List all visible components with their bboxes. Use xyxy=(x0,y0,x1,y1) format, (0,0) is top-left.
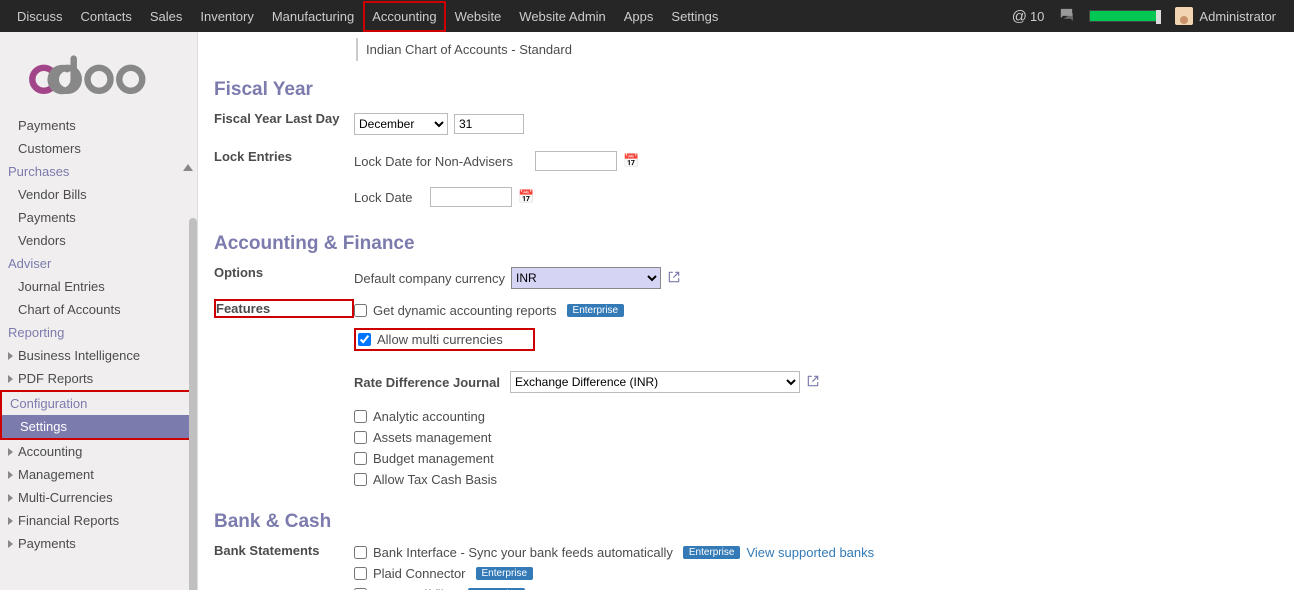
label-analytic-accounting: Analytic accounting xyxy=(373,409,485,424)
external-link-icon[interactable] xyxy=(667,270,681,287)
cb-budget-management[interactable] xyxy=(354,452,367,465)
multi-currency-highlight: Allow multi currencies xyxy=(354,328,535,351)
cb-plaid[interactable] xyxy=(354,567,367,580)
chat-icon[interactable] xyxy=(1058,6,1075,26)
nav-apps[interactable]: Apps xyxy=(615,1,663,32)
side-payments[interactable]: Payments xyxy=(0,114,197,137)
config-highlight: Configuration Settings xyxy=(0,390,197,440)
nav-accounting[interactable]: Accounting xyxy=(363,1,445,32)
label-dynamic-reports: Get dynamic accounting reports xyxy=(373,303,557,318)
at-icon: @ xyxy=(1012,8,1027,25)
chart-template-value: Indian Chart of Accounts - Standard xyxy=(356,38,1278,61)
logo xyxy=(0,32,197,114)
label-fy-last-day: Fiscal Year Last Day xyxy=(214,107,354,130)
label-rate-diff-journal: Rate Difference Journal xyxy=(354,375,504,390)
section-bank-cash: Bank & Cash xyxy=(214,511,1278,533)
section-accounting-finance: Accounting & Finance xyxy=(214,233,1278,255)
label-bank-statements: Bank Statements xyxy=(214,539,354,562)
progress-bar[interactable] xyxy=(1089,10,1161,22)
calendar-icon[interactable]: 📅 xyxy=(623,153,639,169)
default-currency-select[interactable]: INR xyxy=(511,267,661,289)
enterprise-badge: Enterprise xyxy=(567,304,625,317)
side-payments3[interactable]: Payments xyxy=(0,532,197,555)
nav-website-admin[interactable]: Website Admin xyxy=(510,1,614,32)
cb-assets-management[interactable] xyxy=(354,431,367,444)
label-bank-interface: Bank Interface - Sync your bank feeds au… xyxy=(373,545,673,560)
side-chart-of-accounts[interactable]: Chart of Accounts xyxy=(0,298,197,321)
link-view-supported-banks[interactable]: View supported banks xyxy=(746,545,874,560)
lock-non-adv-date[interactable] xyxy=(535,151,617,171)
collapse-up-icon[interactable] xyxy=(183,164,193,171)
side-vendor-bills[interactable]: Vendor Bills xyxy=(0,183,197,206)
enterprise-badge: Enterprise xyxy=(476,567,534,580)
topnav-right: @ 10 Administrator xyxy=(1012,6,1286,26)
topnav-left: Discuss Contacts Sales Inventory Manufac… xyxy=(8,1,727,32)
main-content: Indian Chart of Accounts - Standard Fisc… xyxy=(198,32,1294,590)
side-financial-reports[interactable]: Financial Reports xyxy=(0,509,197,532)
section-fiscal-year: Fiscal Year xyxy=(214,79,1278,101)
label-features: Features xyxy=(214,299,354,318)
nav-contacts[interactable]: Contacts xyxy=(72,1,141,32)
side-payments2[interactable]: Payments xyxy=(0,206,197,229)
label-default-currency: Default company currency xyxy=(354,271,505,286)
cb-dynamic-reports[interactable] xyxy=(354,304,367,317)
nav-discuss[interactable]: Discuss xyxy=(8,1,72,32)
cb-tax-cash-basis[interactable] xyxy=(354,473,367,486)
lock-date[interactable] xyxy=(430,187,512,207)
group-reporting: Reporting xyxy=(0,321,197,344)
label-lock-non-advisers: Lock Date for Non-Advisers xyxy=(354,154,529,169)
side-journal-entries[interactable]: Journal Entries xyxy=(0,275,197,298)
side-business-intelligence[interactable]: Business Intelligence xyxy=(0,344,197,367)
sidebar: Payments Customers Purchases Vendor Bill… xyxy=(0,32,198,590)
cb-bank-interface[interactable] xyxy=(354,546,367,559)
cb-analytic-accounting[interactable] xyxy=(354,410,367,423)
label-tax-cash-basis: Allow Tax Cash Basis xyxy=(373,472,497,487)
nav-inventory[interactable]: Inventory xyxy=(191,1,262,32)
label-options: Options xyxy=(214,261,354,284)
side-accounting[interactable]: Accounting xyxy=(0,440,197,463)
side-pdf-reports[interactable]: PDF Reports xyxy=(0,367,197,390)
label-lock-entries: Lock Entries xyxy=(214,145,354,168)
side-menu: Payments Customers Purchases Vendor Bill… xyxy=(0,114,197,563)
fy-day-input[interactable] xyxy=(454,114,524,134)
label-allow-multi-currencies: Allow multi currencies xyxy=(377,332,503,347)
enterprise-badge: Enterprise xyxy=(683,546,741,559)
top-navbar: Discuss Contacts Sales Inventory Manufac… xyxy=(0,0,1294,32)
side-management[interactable]: Management xyxy=(0,463,197,486)
user-name: Administrator xyxy=(1199,9,1276,24)
rate-diff-journal-select[interactable]: Exchange Difference (INR) xyxy=(510,371,800,393)
label-lock-date: Lock Date xyxy=(354,190,424,205)
external-link-icon[interactable] xyxy=(806,374,820,391)
side-multi-currencies[interactable]: Multi-Currencies xyxy=(0,486,197,509)
user-menu[interactable]: Administrator xyxy=(1175,7,1276,25)
messaging-button[interactable]: @ 10 xyxy=(1012,8,1045,25)
group-configuration: Configuration xyxy=(2,392,195,415)
sidebar-scrollbar[interactable] xyxy=(189,218,197,590)
nav-manufacturing[interactable]: Manufacturing xyxy=(263,1,363,32)
side-settings[interactable]: Settings xyxy=(2,415,195,438)
side-vendors[interactable]: Vendors xyxy=(0,229,197,252)
nav-website[interactable]: Website xyxy=(446,1,511,32)
calendar-icon[interactable]: 📅 xyxy=(518,189,534,205)
fy-month-select[interactable]: December xyxy=(354,113,448,135)
label-plaid: Plaid Connector xyxy=(373,566,466,581)
side-customers[interactable]: Customers xyxy=(0,137,197,160)
message-count: 10 xyxy=(1030,9,1044,24)
avatar xyxy=(1175,7,1193,25)
nav-sales[interactable]: Sales xyxy=(141,1,192,32)
label-assets-management: Assets management xyxy=(373,430,492,445)
group-purchases: Purchases xyxy=(0,160,197,183)
label-budget-management: Budget management xyxy=(373,451,494,466)
group-adviser: Adviser xyxy=(0,252,197,275)
nav-settings[interactable]: Settings xyxy=(662,1,727,32)
cb-allow-multi-currencies[interactable] xyxy=(358,333,371,346)
